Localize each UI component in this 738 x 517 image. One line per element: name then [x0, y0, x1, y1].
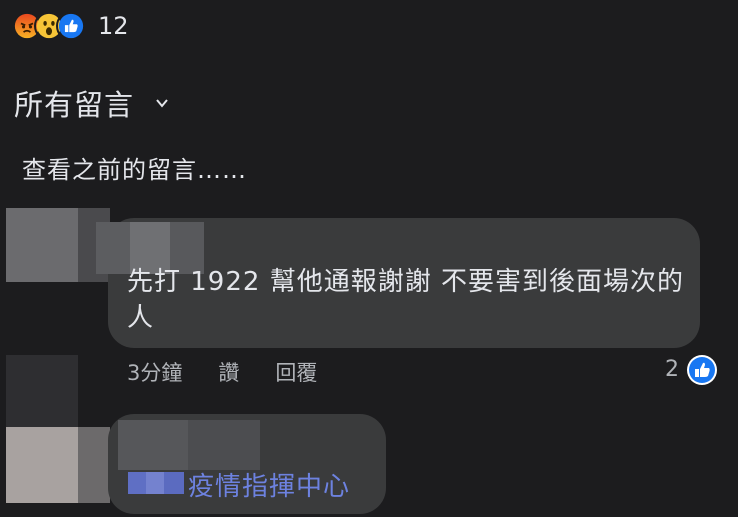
- mention-blurred[interactable]: [128, 472, 184, 494]
- filter-label: 所有留言: [14, 88, 135, 122]
- comment-filter-dropdown[interactable]: 所有留言: [14, 82, 170, 124]
- comment-text: 先打 1922 幫他通報謝謝 不要害到後面場次的人: [127, 267, 684, 333]
- like-badge-icon: [686, 354, 718, 386]
- comment-like-count: 2: [665, 357, 679, 382]
- like-comment-button[interactable]: 讚: [218, 357, 239, 387]
- commenter-name-blurred[interactable]: [118, 420, 260, 470]
- comment-meta: 3分鐘 讚 回覆: [127, 357, 353, 387]
- like-thumb-icon: [56, 11, 86, 41]
- tagged-page-link[interactable]: 疫情指揮中心: [188, 466, 350, 503]
- chevron-down-icon: [156, 99, 168, 108]
- comments-panel: 12 所有留言 查看之前的留言…… 先打 1922 幫他通報謝謝 不要害到後面場…: [0, 0, 738, 517]
- reply-button[interactable]: 回覆: [275, 357, 317, 387]
- reaction-count: 12: [98, 12, 129, 40]
- avatar[interactable]: [6, 355, 110, 503]
- reactions-summary[interactable]: 12: [12, 9, 129, 43]
- avatar[interactable]: [6, 208, 110, 282]
- comment-timestamp[interactable]: 3分鐘: [127, 357, 182, 387]
- view-previous-comments-link[interactable]: 查看之前的留言……: [22, 150, 247, 185]
